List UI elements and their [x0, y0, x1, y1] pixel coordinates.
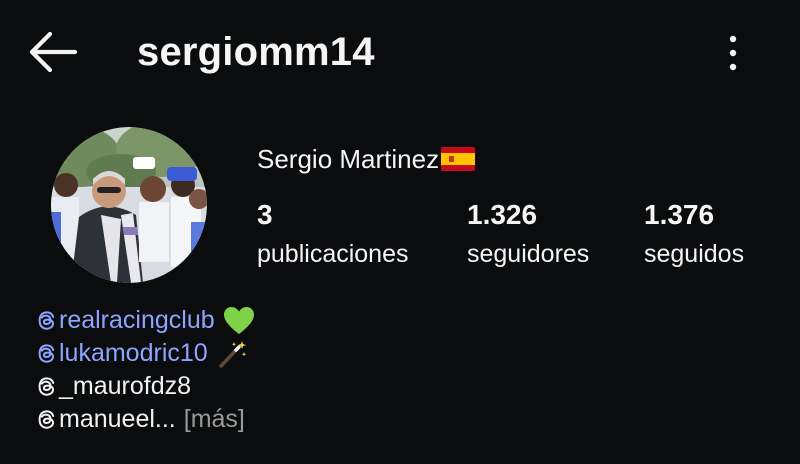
- bio-line[interactable]: lukamodric10: [34, 337, 255, 370]
- profile-full-name: Sergio Martinez: [257, 142, 476, 176]
- stat-followers[interactable]: 1.326 seguidores: [467, 198, 589, 270]
- stat-following[interactable]: 1.376 seguidos: [644, 198, 744, 270]
- more-options-icon[interactable]: [718, 33, 748, 73]
- threads-icon: [38, 376, 55, 396]
- threads-icon: [38, 343, 55, 363]
- following-count: 1.376: [644, 199, 715, 230]
- magic-wand-icon: [218, 340, 246, 368]
- bio-line[interactable]: _maurofdz8: [34, 370, 255, 403]
- profile-username-title: sergiomm14: [137, 30, 375, 74]
- following-label: seguidos: [644, 240, 745, 268]
- full-name-text: Sergio Martinez: [257, 144, 440, 174]
- threads-icon: [38, 310, 55, 330]
- threads-icon: [38, 409, 55, 429]
- bio-line[interactable]: realracingclub: [34, 304, 255, 337]
- green-heart-icon: [223, 306, 254, 334]
- followers-count: 1.326: [467, 199, 538, 230]
- spain-flag-icon: [441, 147, 476, 171]
- posts-count: 3: [257, 199, 273, 230]
- profile-screen: sergiomm14 Sergio Martinez 3 publicacion…: [0, 0, 800, 464]
- posts-label: publicaciones: [257, 240, 409, 268]
- bio-mention-text[interactable]: realracingclub: [59, 304, 215, 337]
- bio-mention-text[interactable]: lukamodric10: [59, 337, 208, 370]
- back-arrow-icon[interactable]: [26, 30, 78, 74]
- stat-posts[interactable]: 3 publicaciones: [257, 198, 409, 270]
- bio-more-link[interactable]: [más]: [184, 403, 245, 436]
- bio-mention-text[interactable]: _maurofdz8: [59, 370, 191, 403]
- profile-avatar[interactable]: [51, 127, 207, 283]
- profile-bio: realracingclub lukamodric10 _maurofdz8 m…: [34, 304, 255, 436]
- followers-label: seguidores: [467, 240, 590, 268]
- bio-line[interactable]: manueel... [más]: [34, 403, 255, 436]
- bio-mention-text[interactable]: manueel...: [59, 403, 176, 436]
